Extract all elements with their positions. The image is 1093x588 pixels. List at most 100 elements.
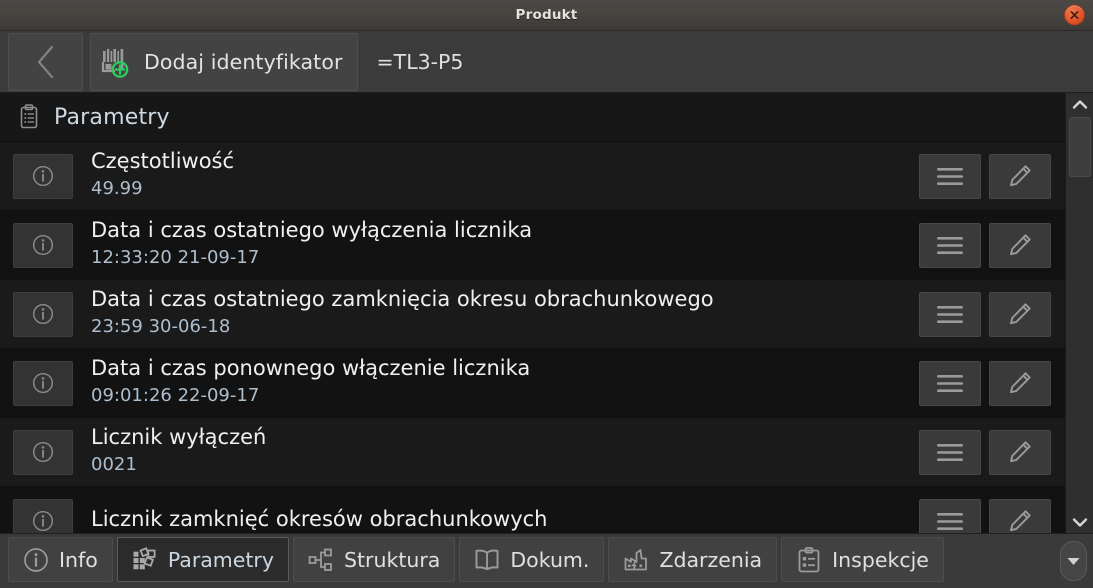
tab-label: Zdarzenia <box>659 547 763 572</box>
parameter-row[interactable]: Częstotliwość 49.99 <box>0 142 1065 211</box>
row-text-block: Data i czas ostatniego zamknięcia okresu… <box>91 288 909 340</box>
scrollbar-thumb[interactable] <box>1069 117 1091 177</box>
row-info-button[interactable] <box>13 429 73 475</box>
row-action-buttons <box>919 498 1051 533</box>
chevron-up-icon <box>1072 99 1087 109</box>
row-text-block: Licznik zamknięć okresów obrachunkowych <box>91 508 909 533</box>
pencil-edit-icon <box>1010 372 1031 394</box>
more-tabs-button[interactable] <box>1060 541 1087 581</box>
parameter-rows: Częstotliwość 49.99 Data i czas ostatniego… <box>0 142 1065 533</box>
parameter-label: Data i czas ponownego włączenie licznika <box>91 357 531 381</box>
scroll-up-button[interactable] <box>1066 93 1093 115</box>
row-text-block: Data i czas ponownego włączenie licznika… <box>91 357 909 409</box>
parameter-label: Licznik wyłączeń <box>91 426 267 450</box>
parameters-list: Parametry Częstotliwość 49.99 Data i czas … <box>0 93 1065 533</box>
tab-struktura[interactable]: Struktura <box>293 537 456 582</box>
parameter-value: 49.99 <box>91 177 143 199</box>
tab-parametry[interactable]: Parametry <box>116 537 289 582</box>
row-info-button[interactable] <box>13 498 73 533</box>
parameter-row[interactable]: Data i czas ostatniego wyłączenia liczni… <box>0 211 1065 280</box>
book-icon <box>474 547 500 573</box>
row-action-buttons <box>919 153 1051 199</box>
content-area: Parametry Częstotliwość 49.99 Data i czas … <box>0 93 1093 533</box>
info-circle-icon <box>24 547 48 572</box>
info-circle-icon <box>32 165 54 187</box>
window-close-button[interactable] <box>1064 4 1085 26</box>
parameter-label: Częstotliwość <box>91 150 235 174</box>
tab-list: Info Parametry Struktura Dokum. Zdarzenia Ins… <box>8 537 944 582</box>
structure-tree-icon <box>308 547 334 573</box>
row-text-block: Licznik wyłączeń 0021 <box>91 426 909 478</box>
parameters-icon <box>132 546 158 573</box>
parameters-icon <box>133 546 156 569</box>
window-titlebar: Produkt <box>0 0 1093 31</box>
clipboard-check-icon <box>798 546 820 572</box>
pencil-edit-icon <box>1010 441 1031 463</box>
hamburger-menu-icon <box>937 305 963 323</box>
pencil-edit-icon <box>1010 165 1031 187</box>
book-icon <box>475 549 499 570</box>
parameter-row[interactable]: Data i czas ostatniego zamknięcia okresu… <box>0 280 1065 349</box>
parameter-row[interactable]: Data i czas ponownego włączenie licznika… <box>0 349 1065 418</box>
info-circle-icon <box>32 303 54 325</box>
back-button[interactable] <box>8 32 83 91</box>
tab-label: Inspekcje <box>832 547 929 572</box>
scroll-down-button[interactable] <box>1066 511 1093 533</box>
section-header: Parametry <box>0 93 1065 142</box>
row-menu-button[interactable] <box>919 360 981 406</box>
row-menu-button[interactable] <box>919 153 981 199</box>
row-text-block: Data i czas ostatniego wyłączenia liczni… <box>91 219 909 271</box>
hamburger-menu-icon <box>937 443 963 461</box>
row-info-button[interactable] <box>13 153 73 199</box>
parameter-row[interactable]: Licznik zamknięć okresów obrachunkowych <box>0 487 1065 533</box>
parameter-value: 09:01:26 22-09-17 <box>91 384 260 406</box>
row-info-button[interactable] <box>13 360 73 406</box>
row-edit-button[interactable] <box>989 222 1051 268</box>
parameter-row[interactable]: Licznik wyłączeń 0021 <box>0 418 1065 487</box>
parameter-label: Data i czas ostatniego wyłączenia liczni… <box>91 219 533 243</box>
vertical-scrollbar[interactable] <box>1065 93 1093 533</box>
product-window: Produkt Dodaj identyfikator =TL3-P5 Para… <box>0 0 1093 588</box>
row-info-button[interactable] <box>13 222 73 268</box>
row-edit-button[interactable] <box>989 360 1051 406</box>
add-identifier-button[interactable]: Dodaj identyfikator <box>90 32 358 91</box>
scrollbar-track[interactable] <box>1066 115 1093 511</box>
row-action-buttons <box>919 429 1051 475</box>
factory-icon <box>625 548 648 570</box>
row-action-buttons <box>919 222 1051 268</box>
hamburger-menu-icon <box>937 167 963 185</box>
tab-dokum[interactable]: Dokum. <box>459 537 605 582</box>
info-circle-icon <box>32 510 54 532</box>
tab-label: Parametry <box>167 547 274 572</box>
pencil-edit-icon <box>1010 234 1031 256</box>
info-circle-icon <box>23 547 49 573</box>
tab-zdarzenia[interactable]: Zdarzenia <box>608 537 778 582</box>
row-edit-button[interactable] <box>989 291 1051 337</box>
parameter-value: 23:59 30-06-18 <box>91 315 231 337</box>
row-menu-button[interactable] <box>919 222 981 268</box>
close-icon <box>1070 11 1079 19</box>
bottom-tabbar: Info Parametry Struktura Dokum. Zdarzenia Ins… <box>0 533 1093 588</box>
chevron-down-icon <box>1072 517 1087 527</box>
chevron-left-icon <box>37 45 53 78</box>
tab-inspekcje[interactable]: Inspekcje <box>781 537 944 582</box>
row-menu-button[interactable] <box>919 291 981 337</box>
tab-info[interactable]: Info <box>8 537 113 582</box>
row-menu-button[interactable] <box>919 429 981 475</box>
info-circle-icon <box>32 372 54 394</box>
parameter-value: 12:33:20 21-09-17 <box>91 246 260 268</box>
row-edit-button[interactable] <box>989 153 1051 199</box>
row-edit-button[interactable] <box>989 498 1051 533</box>
barcode-add-icon <box>101 46 135 78</box>
clipboard-list-icon <box>18 104 40 130</box>
factory-icon <box>623 547 649 573</box>
parameter-label: Data i czas ostatniego zamknięcia okresu… <box>91 288 714 312</box>
row-text-block: Częstotliwość 49.99 <box>91 150 909 202</box>
hamburger-menu-icon <box>937 512 963 530</box>
row-info-button[interactable] <box>13 291 73 337</box>
tab-label: Struktura <box>344 547 441 572</box>
row-edit-button[interactable] <box>989 429 1051 475</box>
identifier-text: =TL3-P5 <box>376 49 464 74</box>
pencil-edit-icon <box>1010 510 1031 532</box>
row-menu-button[interactable] <box>919 498 981 533</box>
